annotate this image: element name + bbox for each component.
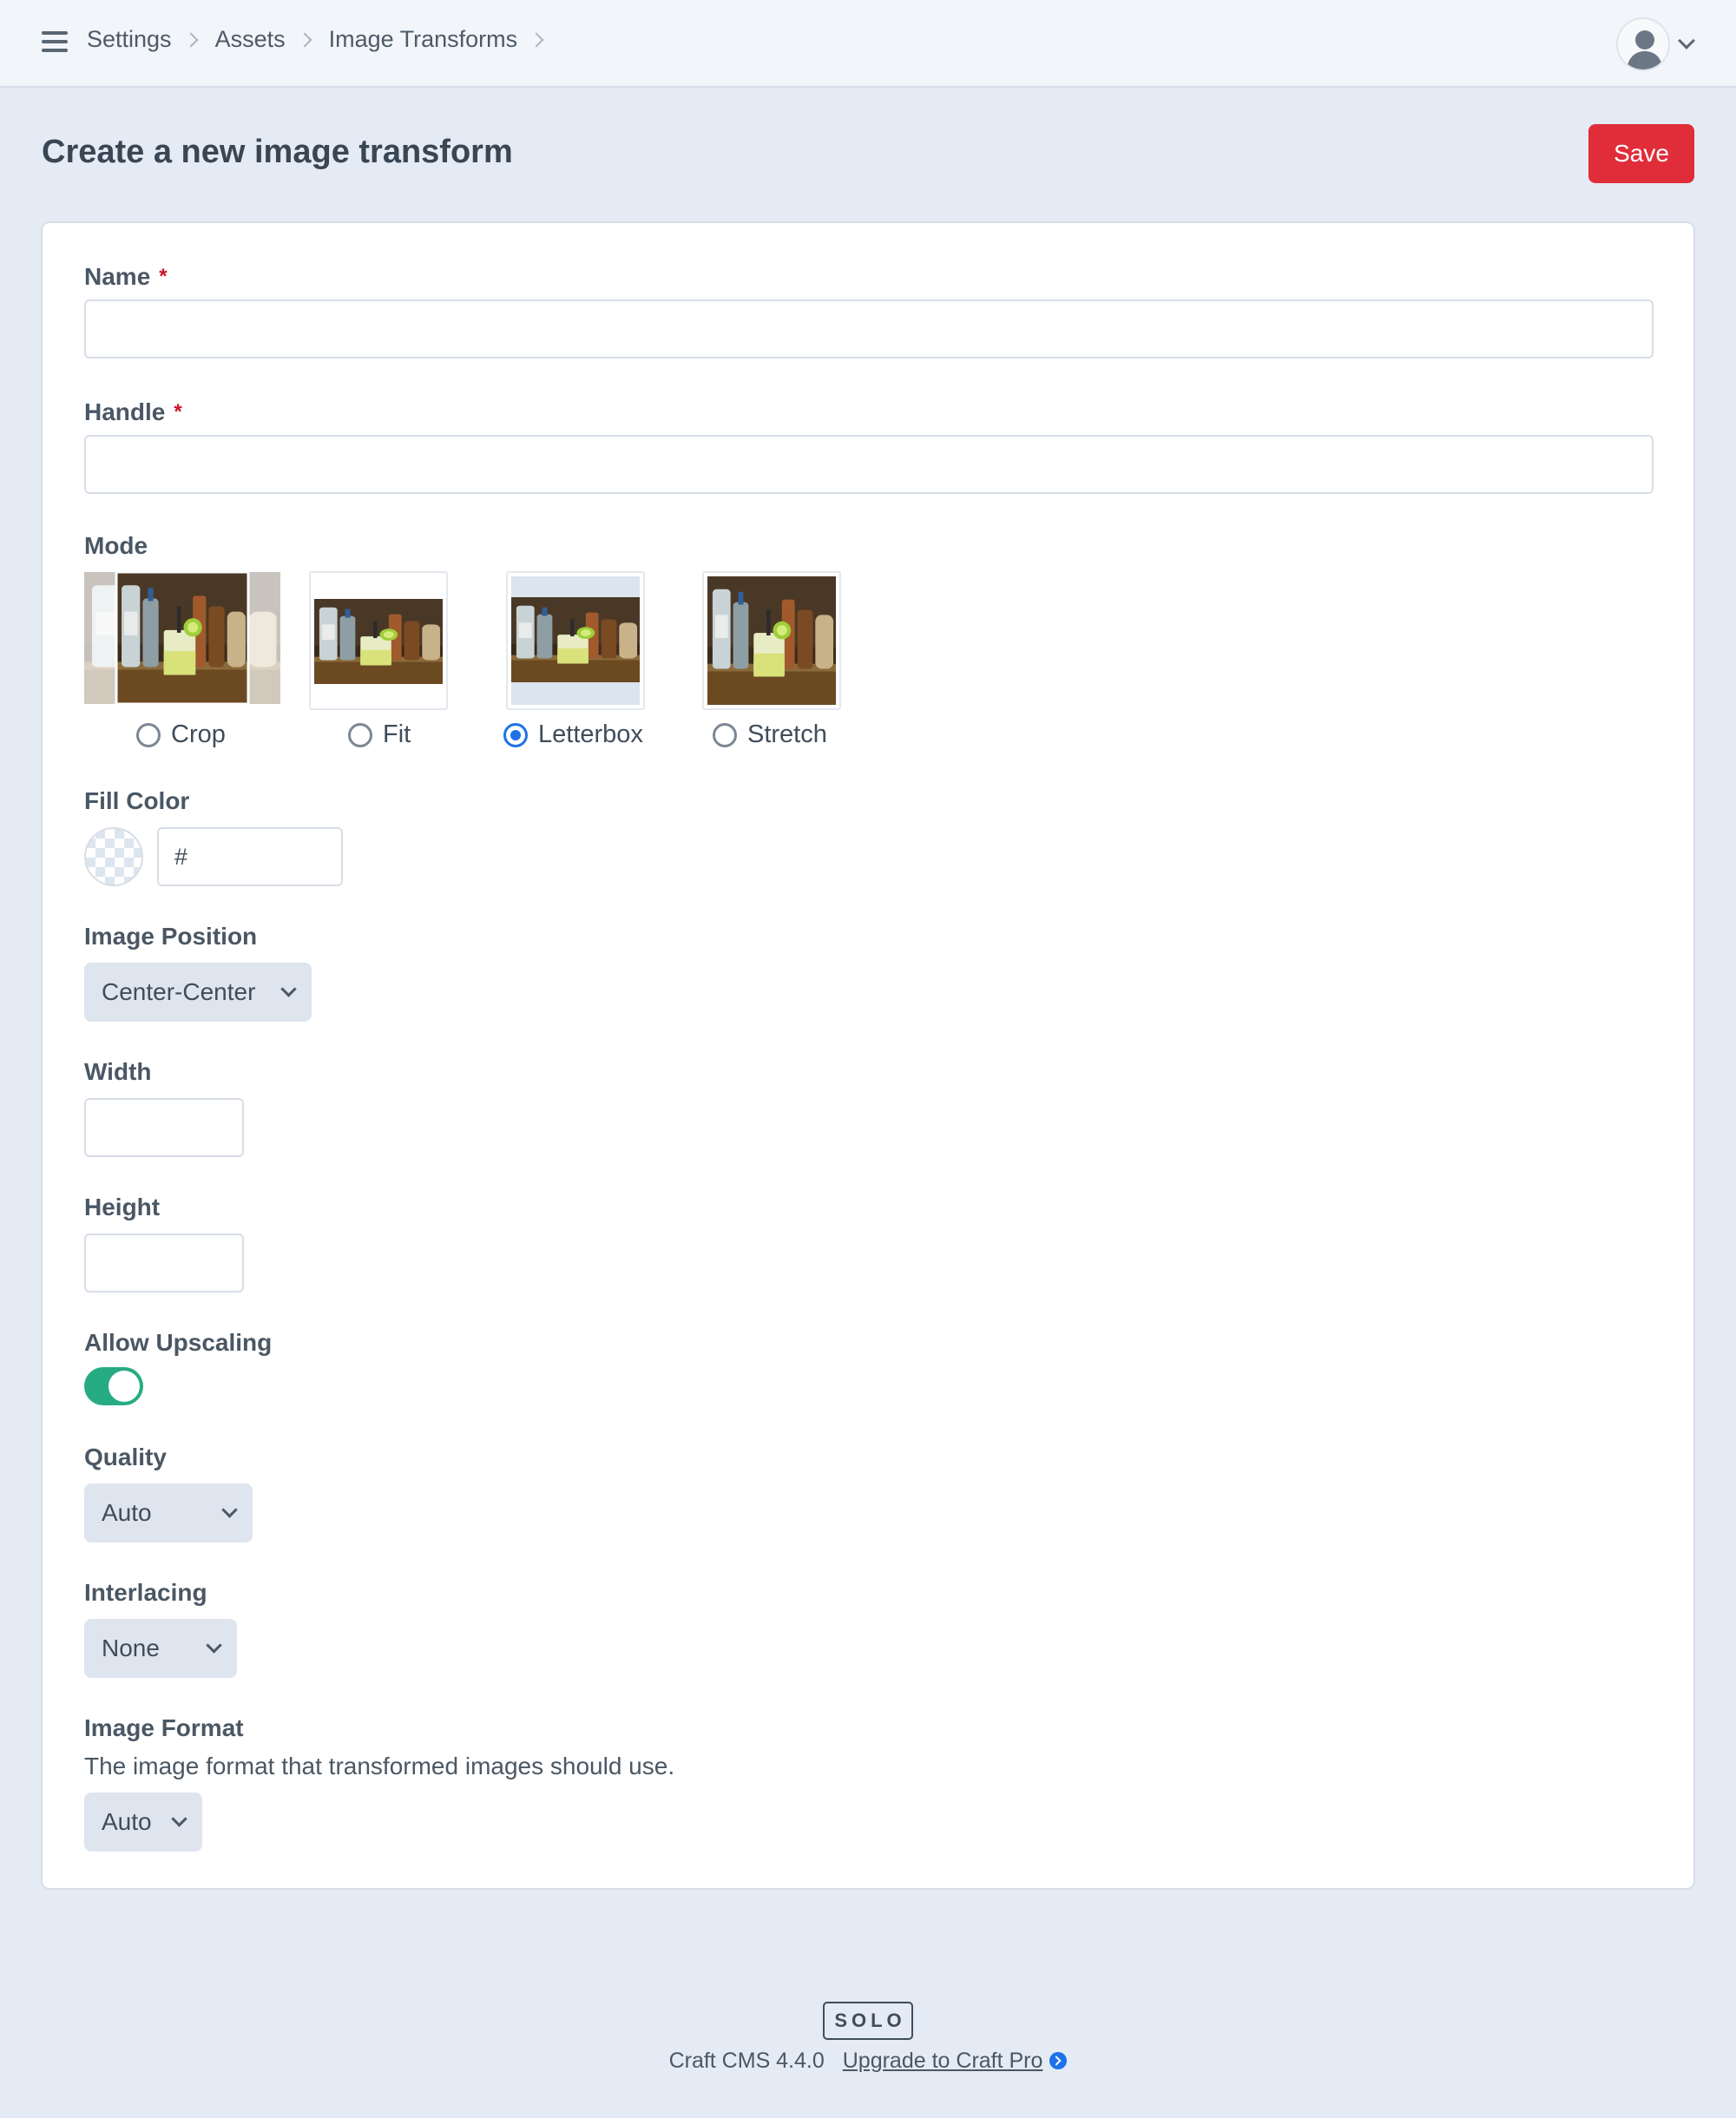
stretch-preview-image <box>707 576 836 705</box>
width-input[interactable] <box>84 1098 244 1157</box>
breadcrumb-image-transforms[interactable]: Image Transforms <box>329 26 518 53</box>
quality-select[interactable]: Auto <box>84 1483 253 1542</box>
save-button[interactable]: Save <box>1588 124 1694 183</box>
chevron-right-icon <box>183 32 199 47</box>
page-title: Create a new image transform <box>42 134 513 170</box>
chevron-down-icon <box>1678 32 1695 49</box>
toggle-knob <box>108 1371 140 1402</box>
crop-thumbnail[interactable] <box>84 572 280 704</box>
chevron-down-icon <box>206 1637 222 1654</box>
allow-upscaling-label: Allow Upscaling <box>84 1329 273 1356</box>
menu-icon[interactable] <box>42 31 68 56</box>
arrow-right-circle-icon[interactable] <box>1049 2052 1068 2069</box>
user-icon <box>1627 30 1663 69</box>
letterbox-preview-image <box>511 576 640 705</box>
required-icon: * <box>174 400 182 424</box>
radio-stretch[interactable] <box>713 722 737 747</box>
width-label: Width <box>84 1058 152 1085</box>
image-position-value: Center-Center <box>102 978 256 1005</box>
breadcrumb-assets[interactable]: Assets <box>215 26 286 53</box>
image-format-instructions: The image format that transformed images… <box>84 1753 675 1779</box>
crop-preview-image <box>84 572 280 704</box>
handle-label: Handle * <box>84 398 182 425</box>
chevron-down-icon <box>280 981 297 997</box>
mode-option-crop[interactable]: Crop <box>136 720 226 749</box>
interlacing-label: Interlacing <box>84 1579 207 1606</box>
height-input[interactable] <box>84 1233 244 1293</box>
breadcrumb: Settings Assets Image Transforms <box>87 26 561 53</box>
fill-color-label: Fill Color <box>84 787 190 814</box>
mode-option-stretch[interactable]: Stretch <box>713 720 827 749</box>
upgrade-link[interactable]: Upgrade to Craft Pro <box>843 2049 1043 2073</box>
fill-color-input[interactable] <box>157 827 343 886</box>
mode-option-label: Crop <box>171 720 226 748</box>
fit-preview-image <box>314 599 443 684</box>
required-icon: * <box>159 265 168 288</box>
letterbox-thumbnail[interactable] <box>506 571 645 710</box>
mode-option-fit[interactable]: Fit <box>348 720 411 749</box>
image-format-value: Auto <box>102 1808 152 1835</box>
radio-letterbox[interactable] <box>503 722 528 747</box>
transform-form: Name * Handle * Mode Crop Fit Letterbox … <box>41 221 1695 1890</box>
version-text: Craft CMS 4.4.0 <box>668 2049 825 2073</box>
stretch-thumbnail[interactable] <box>702 571 841 710</box>
name-input[interactable] <box>84 299 1654 358</box>
name-label: Name * <box>84 263 168 290</box>
chevron-down-icon <box>171 1811 187 1827</box>
edition-badge: SOLO <box>823 2002 913 2040</box>
mode-option-label: Letterbox <box>538 720 643 748</box>
fit-thumbnail[interactable] <box>309 571 448 710</box>
image-format-label: Image Format <box>84 1714 244 1741</box>
chevron-right-icon[interactable] <box>529 32 544 47</box>
breadcrumb-settings[interactable]: Settings <box>87 26 172 53</box>
user-menu[interactable] <box>1616 17 1700 71</box>
mode-option-label: Stretch <box>747 720 827 748</box>
quality-value: Auto <box>102 1499 152 1526</box>
interlacing-select[interactable]: None <box>84 1619 237 1678</box>
image-position-label: Image Position <box>84 923 258 950</box>
quality-label: Quality <box>84 1444 167 1470</box>
radio-fit[interactable] <box>348 722 372 747</box>
avatar <box>1616 17 1670 71</box>
footer: Craft CMS 4.4.0 Upgrade to Craft Pro <box>0 2049 1736 2074</box>
radio-crop[interactable] <box>136 722 161 747</box>
mode-option-label: Fit <box>383 720 411 748</box>
handle-input[interactable] <box>84 435 1654 494</box>
interlacing-value: None <box>102 1635 160 1661</box>
color-swatch[interactable] <box>84 827 143 886</box>
image-format-select[interactable]: Auto <box>84 1792 202 1852</box>
mode-option-letterbox[interactable]: Letterbox <box>503 720 643 749</box>
height-label: Height <box>84 1194 161 1220</box>
top-bar: Settings Assets Image Transforms <box>0 0 1736 88</box>
image-position-select[interactable]: Center-Center <box>84 963 312 1022</box>
chevron-down-icon <box>221 1502 238 1518</box>
mode-label: Mode <box>84 532 148 559</box>
allow-upscaling-toggle[interactable] <box>84 1367 143 1405</box>
chevron-right-icon <box>297 32 312 47</box>
